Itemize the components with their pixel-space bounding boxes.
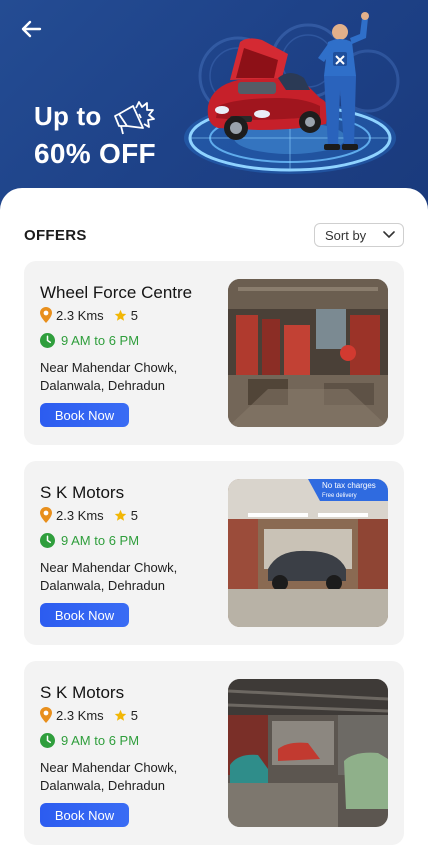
distance-rating-row: 2.3 Kms 5 [40,507,138,523]
hours-row: 9 AM to 6 PM [40,533,139,548]
hours: 9 AM to 6 PM [61,333,140,348]
clock-icon [40,733,55,748]
distance-rating-row: 2.3 Kms 5 [40,707,138,723]
address-line-1: Near Mahendar Chowk, [40,560,178,575]
hours: 9 AM to 6 PM [61,733,140,748]
address-line-1: Near Mahendar Chowk, [40,360,178,375]
garage-name: S K Motors [40,483,125,502]
hours: 9 AM to 6 PM [61,533,140,548]
garage-photo [228,279,388,427]
garage-name: Wheel Force Centre [40,283,193,302]
clock-icon [40,333,55,348]
star-icon [114,509,126,521]
promo-text: Up to 60% OFF [34,96,156,170]
promo-line-1: Up to [34,100,102,131]
hours-row: 9 AM to 6 PM [40,733,139,748]
address-line-2: Dalanwala, Dehradun [40,778,166,793]
hours-row: 9 AM to 6 PM [40,333,139,348]
offer-card[interactable]: S K Motors 2.3 Kms 5 9 AM to 6 PM Near M… [24,661,404,845]
garage-photo: No tax charges Free delivery [228,479,388,627]
chevron-down-icon [383,231,395,239]
address-line-2: Dalanwala, Dehradun [40,378,166,393]
location-pin-icon [40,507,52,523]
distance: 2.3 Kms [56,307,104,323]
garage-name: S K Motors [40,683,125,702]
tag-line-1: No tax charges [322,481,376,490]
offer-card[interactable]: S K Motors 2.3 Kms 5 9 AM to 6 PM Near M… [24,461,404,645]
distance: 2.3 Kms [56,707,104,723]
distance-rating-row: 2.3 Kms 5 [40,307,138,323]
megaphone-icon [114,101,156,135]
star-icon [114,709,126,721]
sort-label: Sort by [325,227,367,243]
arrow-left-icon [21,20,42,38]
book-now-button[interactable]: Book Now [40,403,129,427]
address: Near Mahendar Chowk, Dalanwala, Dehradun [40,759,210,795]
car-mechanic-illustration [184,12,400,174]
garage-photo [228,679,388,827]
offers-title: OFFERS [24,226,87,244]
star-icon [114,309,126,321]
book-now-button[interactable]: Book Now [40,603,129,627]
tag-line-2: Free delivery [322,493,357,499]
address: Near Mahendar Chowk, Dalanwala, Dehradun [40,359,210,395]
offers-header: OFFERS Sort by [24,222,404,248]
address: Near Mahendar Chowk, Dalanwala, Dehradun [40,559,210,595]
distance: 2.3 Kms [56,507,104,523]
promo-banner: Up to 60% OFF [0,0,428,210]
book-now-button[interactable]: Book Now [40,803,129,827]
location-pin-icon [40,707,52,723]
rating-value: 5 [130,707,138,723]
address-line-1: Near Mahendar Chowk, [40,760,178,775]
clock-icon [40,533,55,548]
offer-tag: No tax charges Free delivery [308,479,388,501]
promo-line-2: 60% OFF [34,138,156,169]
back-button[interactable] [16,14,46,44]
rating-value: 5 [130,507,138,523]
sort-by-dropdown[interactable]: Sort by [314,223,404,247]
address-line-2: Dalanwala, Dehradun [40,578,166,593]
offer-card[interactable]: Wheel Force Centre 2.3 Kms 5 9 AM to 6 P… [24,261,404,445]
rating-value: 5 [130,307,138,323]
location-pin-icon [40,307,52,323]
